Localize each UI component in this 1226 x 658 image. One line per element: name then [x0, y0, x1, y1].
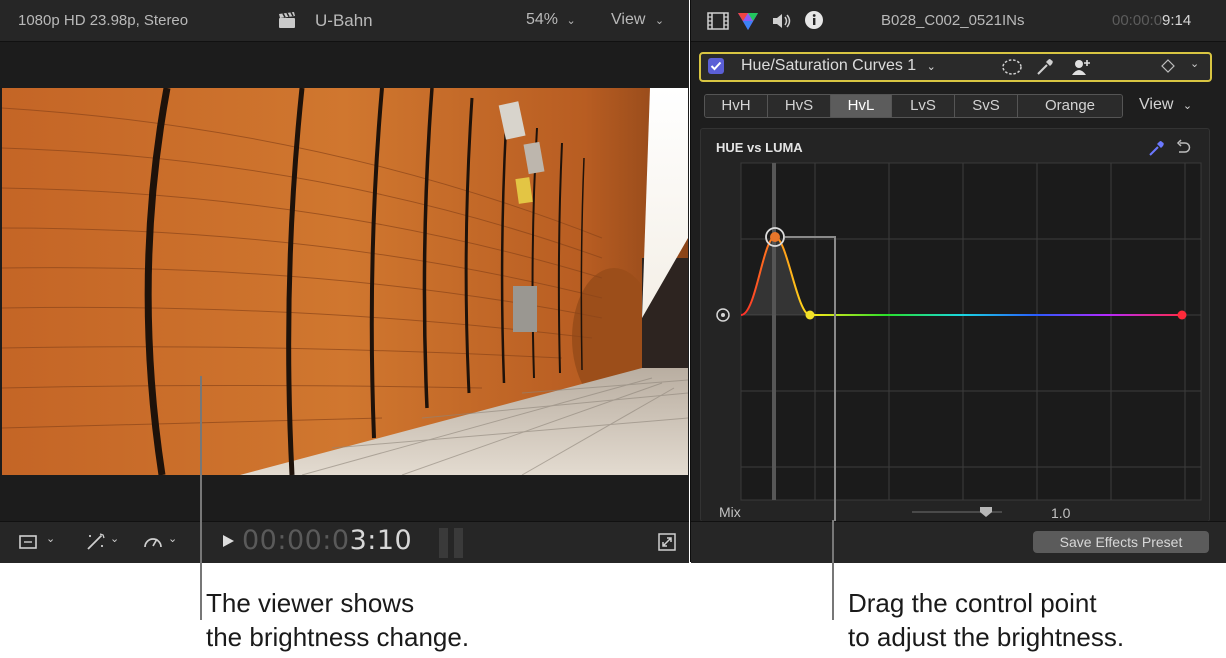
control-point-callout-line1: Drag the control point [848, 588, 1097, 618]
viewer-view-menu[interactable]: View ⌄ [611, 11, 664, 29]
viewer-callout-line2: the brightness change. [206, 622, 470, 652]
chevron-down-icon[interactable]: ⌄ [168, 532, 177, 545]
timecode-bright: 3:10 [349, 525, 413, 556]
tab-hvh[interactable]: HvH [705, 95, 768, 117]
audio-meter-icon [438, 526, 466, 564]
viewer-callout: The viewer shows the brightness change. [206, 586, 469, 654]
subway-tunnel-image [2, 88, 688, 475]
play-icon[interactable] [221, 533, 235, 554]
tab-hvs[interactable]: HvS [768, 95, 831, 117]
clip-title: U-Bahn [315, 11, 373, 30]
video-frame[interactable] [2, 88, 688, 475]
chevron-down-icon: ⌄ [926, 61, 936, 73]
viewer-header: 1080p HD 23.98p, Stereo U-Bahn 54% ⌄ Vie… [0, 0, 689, 42]
hue-luma-curve-graph[interactable] [701, 129, 1209, 521]
inspector: B028_C002_0521INs 00:00:09:14 Hue/Satura… [690, 0, 1226, 563]
chevron-down-icon: ⌄ [654, 15, 665, 27]
control-point-callout: Drag the control point to adjust the bri… [848, 586, 1124, 654]
tab-hvl[interactable]: HvL [831, 95, 892, 117]
effect-enable-checkbox[interactable] [708, 58, 724, 74]
control-point [770, 232, 780, 242]
chevron-down-icon: ⌄ [1182, 100, 1193, 112]
enhance-icon[interactable] [84, 532, 108, 557]
view-menu-label: View [611, 11, 646, 28]
timecode-bright: 9:14 [1162, 12, 1192, 29]
audio-icon[interactable] [771, 11, 793, 36]
color-icon[interactable] [737, 11, 759, 36]
add-shape-icon[interactable] [1071, 57, 1093, 82]
fullscreen-icon[interactable] [657, 532, 677, 557]
chevron-down-icon[interactable]: ⌄ [46, 532, 55, 545]
format-label: 1080p HD 23.98p, Stereo [18, 12, 189, 29]
inspector-timecode: 00:00:09:14 [1112, 12, 1191, 29]
view-menu-label: View [1139, 96, 1174, 113]
chevron-down-icon[interactable]: ⌄ [110, 532, 119, 545]
viewer-timecode: 00:00:03:10 [242, 525, 412, 556]
effect-header: Hue/Saturation Curves 1 ⌄ ⌄ [699, 52, 1212, 82]
control-point-callout-line2: to adjust the brightness. [848, 622, 1125, 652]
timecode-dim: 00:00:0 [242, 525, 350, 556]
clip-name: B028_C002_0521INs [881, 12, 1025, 29]
inspector-view-menu[interactable]: View ⌄ [1139, 96, 1192, 114]
effect-name-menu[interactable]: Hue/Saturation Curves 1 ⌄ [741, 57, 936, 75]
zoom-menu[interactable]: 54% ⌄ [526, 11, 576, 29]
timecode-dim: 00:00:0 [1112, 12, 1163, 29]
viewer-toolbar: ⌄ ⌄ ⌄ 00:00:03:10 [0, 521, 689, 563]
viewer-callout-line [200, 376, 202, 620]
keyframe-icon[interactable] [1161, 59, 1175, 78]
transform-icon[interactable] [18, 533, 40, 556]
viewer-callout-line1: The viewer shows [206, 588, 415, 618]
info-icon[interactable] [804, 10, 824, 35]
control-point-callout-line [832, 520, 834, 620]
tab-svs[interactable]: SvS [955, 95, 1018, 117]
speed-icon[interactable] [142, 532, 164, 557]
save-effects-preset-button[interactable]: Save Effects Preset [1033, 531, 1209, 553]
tab-lvs[interactable]: LvS [892, 95, 955, 117]
inspector-header: B028_C002_0521INs 00:00:09:14 [691, 0, 1226, 42]
mix-label: Mix [719, 504, 741, 520]
curve-panel: HUE vs LUMA Mix 1.0 [700, 128, 1210, 522]
mix-slider[interactable] [912, 507, 1002, 517]
eyedropper-icon[interactable] [1035, 57, 1055, 82]
mix-value[interactable]: 1.0 [1051, 505, 1070, 521]
curve-tabs: HvH HvS HvL LvS SvS Orange [704, 94, 1123, 118]
chevron-down-icon: ⌄ [566, 15, 576, 27]
film-icon[interactable] [707, 12, 729, 35]
chevron-down-icon[interactable]: ⌄ [1190, 57, 1199, 70]
effect-name: Hue/Saturation Curves 1 [741, 57, 917, 74]
tab-orange[interactable]: Orange [1018, 95, 1122, 117]
mask-ellipse-icon[interactable] [1001, 58, 1023, 81]
viewer: 1080p HD 23.98p, Stereo U-Bahn 54% ⌄ Vie… [0, 0, 689, 563]
zoom-value: 54% [526, 11, 559, 28]
clapper-icon [277, 10, 297, 35]
